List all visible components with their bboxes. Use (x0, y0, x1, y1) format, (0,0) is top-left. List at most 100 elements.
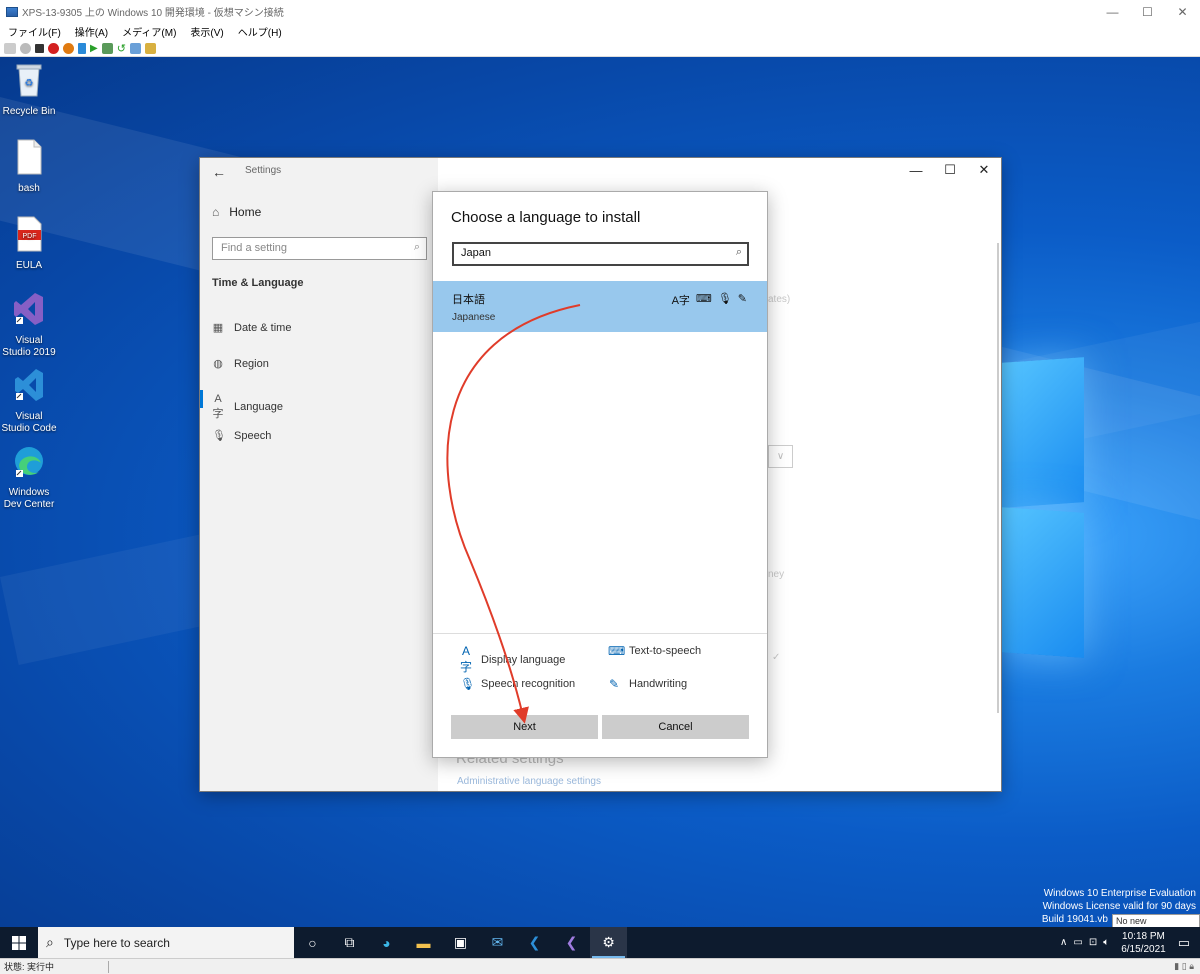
clock-time: 10:18 PM (1122, 930, 1165, 942)
vscode-taskbar-icon[interactable]: ❮ (516, 927, 553, 958)
host-title-bar: XPS-13-9305 上の Windows 10 開発環境 - 仮想マシン接続… (0, 0, 1200, 23)
sidebar-item-label: Language (234, 401, 283, 413)
background-text-fragment: ates) (768, 294, 791, 305)
menu-view[interactable]: 表示(V) (182, 24, 229, 39)
desktop-icon-label: bash (18, 183, 40, 194)
handwriting-icon: ✎ (737, 293, 747, 305)
desktop-icon-eula[interactable]: PDF EULA (0, 216, 58, 272)
menu-action[interactable]: 操作(A) (67, 24, 114, 39)
shutdown-icon[interactable] (48, 42, 59, 54)
ctrl-alt-del-icon[interactable] (4, 42, 16, 54)
action-center-icon[interactable]: ▭ (1178, 935, 1190, 951)
text-to-speech-icon: ⌨ (695, 293, 712, 305)
save-state-icon[interactable] (63, 42, 74, 54)
menu-file[interactable]: ファイル(F) (0, 24, 67, 39)
background-check-icon: ✓ (772, 652, 781, 663)
legend-speech-recognition: 🎙︎ Speech recognition (460, 677, 575, 691)
settings-taskbar-icon[interactable]: ⚙ (590, 927, 627, 958)
clock[interactable]: 10:18 PM 6/15/2021 (1121, 930, 1166, 956)
clock-date: 6/15/2021 (1121, 943, 1166, 955)
nav-section-title: Time & Language (212, 277, 304, 289)
menu-help[interactable]: ヘルプ(H) (230, 24, 288, 39)
windows-logo-icon (12, 935, 26, 950)
revert-icon[interactable]: ↺ (117, 42, 126, 55)
sidebar-item-label: Speech (234, 429, 272, 442)
pdf-icon: PDF (17, 216, 42, 252)
settings-search-input[interactable]: Find a setting ⌕ (212, 237, 427, 260)
language-search-input[interactable]: Japan ⌕ (452, 242, 749, 266)
checkpoint-icon[interactable] (101, 42, 113, 54)
desktop-icon-label: Visual Studio Code (1, 411, 57, 434)
settings-scrollbar[interactable] (997, 243, 999, 713)
desktop-icon-recycle-bin[interactable]: ♻ Recycle Bin (0, 62, 58, 118)
cortana-icon[interactable]: ○ (294, 927, 331, 958)
host-maximize-button[interactable]: ☐ (1130, 0, 1165, 23)
sidebar-item-region[interactable]: ◍ Region (212, 357, 269, 371)
enhanced-session-icon[interactable] (129, 42, 141, 54)
system-tray: ∧ ▭ ⊡ 🔈︎ 10:18 PM 6/15/2021 ▭ (1060, 927, 1200, 958)
sidebar-item-language[interactable]: A字 Language (200, 390, 283, 421)
taskbar-search-placeholder: Type here to search (63, 935, 170, 950)
home-icon: ⌂ (212, 205, 220, 219)
sidebar-item-date-time[interactable]: ▦ Date & time (212, 321, 292, 335)
language-result-japanese[interactable]: 日本語 Japanese A字 ⌨ 🎙︎ ✎ (433, 281, 767, 332)
choose-language-dialog: Choose a language to install Japan ⌕ 日本語… (432, 191, 768, 758)
vscode-icon (15, 369, 43, 401)
settings-minimize-button[interactable]: — (899, 158, 933, 182)
edge-taskbar-icon[interactable]: ◕ (368, 927, 405, 958)
sidebar-item-speech[interactable]: 🎙︎ Speech (212, 429, 272, 443)
resume-icon[interactable]: ▶ (90, 43, 98, 54)
legend-label: Handwriting (629, 678, 688, 690)
host-menu-bar: ファイル(F) 操作(A) メディア(M) 表示(V) ヘルプ(H) (0, 23, 1200, 40)
volume-icon[interactable]: 🔈︎ (1103, 937, 1109, 948)
nav-home[interactable]: ⌂ Home (212, 205, 261, 219)
host-close-button[interactable]: ✕ (1165, 0, 1200, 23)
back-arrow-icon[interactable]: ← (212, 164, 226, 180)
microphone-icon: 🎙︎ (212, 430, 226, 442)
visual-studio-icon (14, 293, 43, 325)
handwriting-icon: ✎ (608, 677, 620, 691)
svg-text:♻: ♻ (25, 78, 34, 89)
settings-close-button[interactable]: ✕ (967, 158, 1001, 182)
menu-media[interactable]: メディア(M) (114, 24, 182, 39)
legend-display-language: A字 Display language (460, 644, 565, 675)
file-explorer-icon[interactable]: ▬ (405, 927, 442, 958)
network-icon[interactable]: ⊡ (1089, 937, 1097, 948)
start-button[interactable] (0, 927, 38, 958)
windows-logo-pane (1000, 507, 1084, 658)
display-language-icon: A字 (671, 295, 690, 307)
desktop-icon-dev-center[interactable]: Windows Dev Center (0, 443, 58, 511)
dialog-divider (433, 633, 767, 634)
desktop-icon-visual-studio[interactable]: Visual Studio 2019 (0, 291, 58, 359)
mail-icon[interactable]: ✉ (479, 927, 516, 958)
stop-icon[interactable] (35, 43, 44, 53)
desktop-icon-label: Recycle Bin (2, 106, 56, 117)
task-view-icon[interactable]: ⧉ (331, 927, 368, 958)
pause-icon[interactable] (78, 42, 86, 54)
text-to-speech-icon: ⌨ (608, 644, 626, 658)
store-icon[interactable]: ▣ (442, 927, 479, 958)
legend-handwriting: ✎ Handwriting (608, 677, 687, 691)
battery-icon[interactable]: ▭ (1073, 937, 1082, 948)
calendar-icon: ▦ (212, 322, 224, 334)
desktop-icon-vscode[interactable]: Visual Studio Code (0, 367, 58, 435)
background-text-fragment: ney (768, 569, 785, 580)
desktop-icon-bash[interactable]: bash (0, 139, 58, 195)
settings-search-placeholder: Find a setting (221, 242, 288, 254)
share-icon[interactable] (144, 42, 156, 54)
sidebar-item-label: Date & time (234, 321, 292, 334)
host-minimize-button[interactable]: — (1095, 0, 1130, 23)
settings-maximize-button[interactable]: ☐ (933, 158, 967, 182)
chevron-up-icon[interactable]: ∧ (1060, 937, 1067, 948)
next-button[interactable]: Next (451, 715, 598, 739)
cancel-button[interactable]: Cancel (602, 715, 749, 739)
visual-studio-taskbar-icon[interactable]: ❮ (553, 927, 590, 958)
edge-icon (15, 447, 43, 477)
start-icon[interactable] (20, 42, 31, 54)
language-native-name: 日本語 (452, 294, 485, 306)
speech-recognition-icon: 🎙︎ (717, 293, 732, 305)
background-dropdown[interactable]: ∨ (768, 445, 793, 468)
taskbar-search-box[interactable]: ⌕ Type here to search (38, 927, 294, 958)
search-icon: ⌕ (413, 241, 420, 253)
admin-language-settings-link[interactable]: Administrative language settings (457, 776, 601, 787)
